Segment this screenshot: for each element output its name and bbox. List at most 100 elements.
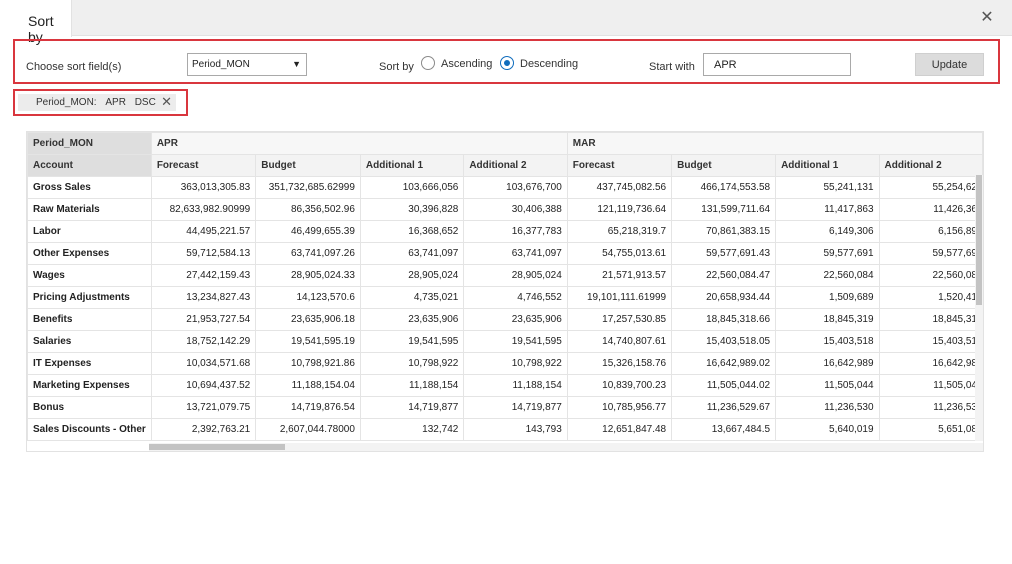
table-cell: 5,651,08 — [878, 418, 983, 441]
table-cell: 10,034,571.68 — [150, 352, 257, 375]
row-account-label[interactable]: Pricing Adjustments — [27, 286, 152, 309]
table-cell: 14,123,570.6 — [255, 286, 361, 309]
row-account-label[interactable]: IT Expenses — [27, 352, 152, 375]
vertical-scrollbar[interactable] — [975, 175, 983, 441]
measure-header[interactable]: Additional 1 — [775, 154, 880, 177]
table-cell: 466,174,553.58 — [671, 176, 777, 199]
dialog-titlebar: Sort by ✕ — [0, 0, 1012, 45]
table-cell: 11,505,04 — [878, 374, 983, 397]
row-account-label[interactable]: Gross Sales — [27, 176, 152, 199]
measure-header[interactable]: Additional 1 — [359, 154, 465, 177]
matrix-table: Period_MON APR MAR Account Forecast Budg… — [27, 132, 983, 441]
table-cell: 2,392,763.21 — [150, 418, 257, 441]
table-cell: 363,013,305.83 — [150, 176, 257, 199]
row-account-label[interactable]: Other Expenses — [27, 242, 152, 265]
table-cell: 23,635,906.18 — [255, 308, 361, 331]
row-account-label[interactable]: Wages — [27, 264, 152, 287]
table-cell: 15,326,158.76 — [566, 352, 673, 375]
table-cell: 59,712,584.13 — [150, 242, 257, 265]
table-row: Pricing Adjustments 13,234,827.43 14,123,5… — [27, 286, 983, 309]
horizontal-scroll-thumb[interactable] — [149, 444, 285, 450]
period-header-apr[interactable]: APR — [150, 132, 568, 155]
start-with-input[interactable]: APR — [703, 53, 851, 76]
table-cell: 15,403,518 — [775, 330, 880, 353]
measure-header[interactable]: Budget — [255, 154, 361, 177]
table-cell: 17,257,530.85 — [566, 308, 673, 331]
table-cell: 14,740,807.61 — [566, 330, 673, 353]
table-cell: 11,236,529.67 — [671, 396, 777, 419]
table-cell: 10,798,922 — [463, 352, 568, 375]
table-row: Benefits 21,953,727.54 23,635,906.18 23,635… — [27, 308, 983, 331]
table-row: Bonus 13,721,079.75 14,719,876.54 14,719,87… — [27, 396, 983, 419]
table-cell: 63,741,097.26 — [255, 242, 361, 265]
sort-chip-area: Period_MON: APR DSC ✕ — [13, 89, 188, 116]
table-cell: 18,845,318.66 — [671, 308, 777, 331]
measure-header[interactable]: Additional 2 — [463, 154, 568, 177]
row-account-label[interactable]: Sales Discounts - Other — [27, 418, 152, 441]
table-cell: 11,236,530 — [775, 396, 880, 419]
table-cell: 54,755,013.61 — [566, 242, 673, 265]
table-cell: 82,633,982.90999 — [150, 198, 257, 221]
sort-chip: Period_MON: APR DSC ✕ — [18, 94, 176, 111]
row-account-label[interactable]: Bonus — [27, 396, 152, 419]
table-cell: 10,694,437.52 — [150, 374, 257, 397]
data-grid: Period_MON APR MAR Account Forecast Budg… — [26, 131, 984, 452]
table-cell: 86,356,502.96 — [255, 198, 361, 221]
measure-header[interactable]: Forecast — [566, 154, 673, 177]
table-cell: 13,667,484.5 — [671, 418, 777, 441]
row-account-label[interactable]: Benefits — [27, 308, 152, 331]
table-cell: 21,953,727.54 — [150, 308, 257, 331]
table-cell: 44,495,221.57 — [150, 220, 257, 243]
table-cell: 28,905,024.33 — [255, 264, 361, 287]
row-account-label[interactable]: Salaries — [27, 330, 152, 353]
descending-label[interactable]: Descending — [520, 58, 578, 70]
table-cell: 14,719,876.54 — [255, 396, 361, 419]
descending-radio[interactable] — [500, 56, 514, 70]
table-cell: 16,642,98 — [878, 352, 983, 375]
row-header-label: Account — [27, 154, 152, 177]
table-cell: 55,241,131 — [775, 176, 880, 199]
row-account-label[interactable]: Raw Materials — [27, 198, 152, 221]
table-cell: 2,607,044.78000 — [255, 418, 361, 441]
measure-header[interactable]: Forecast — [150, 154, 257, 177]
table-cell: 103,666,056 — [359, 176, 465, 199]
table-row: Other Expenses 59,712,584.13 63,741,097.26… — [27, 242, 983, 265]
update-button[interactable]: Update — [915, 53, 984, 76]
row-account-label[interactable]: Marketing Expenses — [27, 374, 152, 397]
table-cell: 1,520,41 — [878, 286, 983, 309]
vertical-scroll-thumb[interactable] — [976, 175, 982, 305]
horizontal-scrollbar[interactable] — [149, 443, 983, 451]
table-row: Sales Discounts - Other 2,392,763.21 2,607… — [27, 418, 983, 441]
table-cell: 22,560,084.47 — [671, 264, 777, 287]
close-icon[interactable]: ✕ — [978, 9, 996, 27]
ascending-radio[interactable] — [421, 56, 435, 70]
table-cell: 65,218,319.7 — [566, 220, 673, 243]
table-cell: 18,752,142.29 — [150, 330, 257, 353]
table-cell: 16,642,989 — [775, 352, 880, 375]
table-row: Raw Materials 82,633,982.90999 86,356,502.… — [27, 198, 983, 221]
row-account-label[interactable]: Labor — [27, 220, 152, 243]
table-cell: 4,735,021 — [359, 286, 465, 309]
period-header-mar[interactable]: MAR — [566, 132, 983, 155]
measure-header[interactable]: Budget — [671, 154, 777, 177]
table-row: Gross Sales 363,013,305.83 351,732,685.629… — [27, 176, 983, 199]
table-cell: 11,188,154 — [359, 374, 465, 397]
ascending-label[interactable]: Ascending — [441, 58, 492, 70]
table-cell: 21,571,913.57 — [566, 264, 673, 287]
table-cell: 12,651,847.48 — [566, 418, 673, 441]
table-cell: 143,793 — [463, 418, 568, 441]
table-cell: 15,403,51 — [878, 330, 983, 353]
table-cell: 16,642,989.02 — [671, 352, 777, 375]
table-row: IT Expenses 10,034,571.68 10,798,921.86 10,… — [27, 352, 983, 375]
table-cell: 30,406,388 — [463, 198, 568, 221]
measure-header[interactable]: Additional 2 — [878, 154, 983, 177]
sort-chip-value: APR — [105, 97, 126, 108]
table-cell: 22,560,08 — [878, 264, 983, 287]
table-cell: 18,845,31 — [878, 308, 983, 331]
table-cell: 132,742 — [359, 418, 465, 441]
remove-chip-icon[interactable]: ✕ — [161, 94, 172, 110]
sort-field-dropdown[interactable]: Period_MON ▼ — [187, 53, 307, 76]
table-cell: 23,635,906 — [359, 308, 465, 331]
table-cell: 11,236,53 — [878, 396, 983, 419]
table-cell: 27,442,159.43 — [150, 264, 257, 287]
